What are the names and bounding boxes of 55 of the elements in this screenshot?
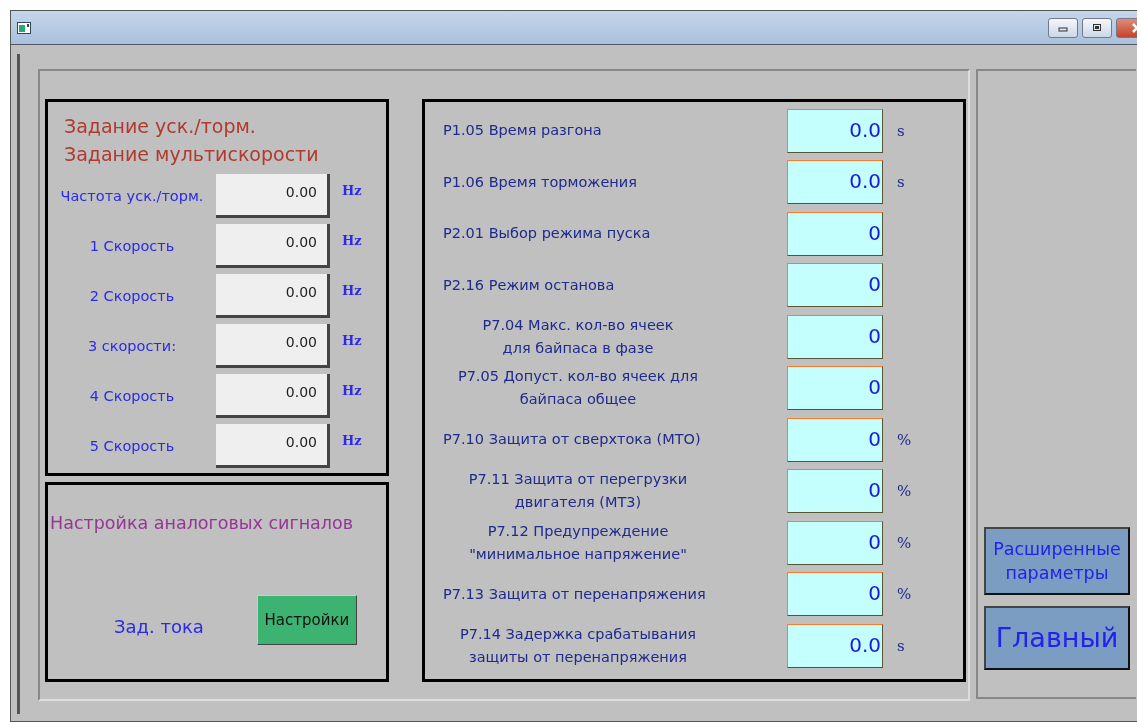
frequency-field[interactable]: 0.00 [216, 224, 330, 268]
unit-label: s [897, 636, 905, 655]
unit-label: Hz [342, 333, 362, 348]
maximize-button[interactable] [1082, 17, 1112, 38]
speed-label: 3 скорости: [86, 338, 178, 354]
parameter-label: P7.14 Задержка срабатывания защиты от перенапряжения [458, 624, 698, 667]
speed-label: 1 Скорость [88, 238, 176, 254]
parameter-field[interactable]: 0 [787, 469, 883, 514]
frequency-field[interactable]: 0.00 [216, 374, 330, 418]
parameter-field[interactable]: 0 [787, 366, 883, 411]
parameter-field[interactable]: 0.0 [787, 160, 883, 205]
parameter-field[interactable]: 0 [787, 572, 883, 617]
frequency-field[interactable]: 0.00 [216, 274, 330, 318]
speed-label: 5 Скорость [88, 438, 176, 454]
parameter-label: P7.11 Защита от перегрузки двигателя (MT3) [467, 470, 689, 513]
unit-label: Hz [342, 383, 362, 398]
settings-button[interactable]: Настройки [256, 595, 357, 645]
current-setting-label: Зад. тока [114, 615, 204, 637]
unit-label: Hz [342, 283, 362, 298]
panel-title: Настройка аналоговых сигналов [49, 513, 355, 533]
unit-label: Hz [342, 433, 362, 448]
parameter-label: P7.12 Предупреждение "минимальное напряжение" [468, 521, 688, 564]
unit-label: % [897, 482, 912, 501]
unit-label: s [897, 173, 905, 192]
maximize-icon [1092, 23, 1102, 32]
parameter-field[interactable]: 0.0 [787, 108, 883, 153]
parameter-label: P1.06 Время торможения [443, 172, 638, 192]
unit-label: % [897, 585, 912, 604]
unit-label: % [897, 430, 912, 449]
app-icon [17, 21, 31, 34]
unit-label: Hz [342, 233, 362, 248]
unit-label: s [897, 121, 905, 140]
unit-label: Hz [342, 183, 362, 198]
frequency-field[interactable]: 0.00 [216, 174, 330, 218]
panel-title: Задание уск./торм. Задание мультискорости [63, 114, 320, 167]
parameter-label: P7.13 Защита от перенапряжения [443, 584, 707, 604]
parameter-label: P2.16 Режим останова [443, 275, 616, 295]
parameter-field[interactable]: 0.0 [787, 623, 883, 668]
parameter-label: P2.01 Выбор режима пуска [443, 224, 652, 244]
parameter-field[interactable]: 0 [787, 314, 883, 359]
frequency-field[interactable]: 0.00 [216, 324, 330, 368]
parameter-label: P1.05 Время разгона [443, 121, 603, 141]
parameter-field[interactable]: 0 [787, 417, 883, 462]
speed-label: 4 Скорость [88, 388, 176, 404]
minimize-button[interactable] [1048, 17, 1078, 38]
parameter-field[interactable]: 0 [787, 211, 883, 256]
parameter-label: P7.04 Макс. кол-во ячеек для байпаса в фазе [481, 315, 675, 358]
speed-label: 2 Скорость [88, 288, 176, 304]
parameter-label: P7.10 Защита от сверхтока (MTO) [443, 430, 702, 450]
speed-label: Частота уск./торм. [59, 188, 205, 204]
parameter-field[interactable]: 0 [787, 263, 883, 308]
parameter-field[interactable]: 0 [787, 520, 883, 565]
unit-label: % [897, 533, 912, 552]
parameter-label: P7.05 Допуст. кол-во ячеек для байпаса общее [456, 367, 700, 410]
frequency-field[interactable]: 0.00 [216, 424, 330, 468]
